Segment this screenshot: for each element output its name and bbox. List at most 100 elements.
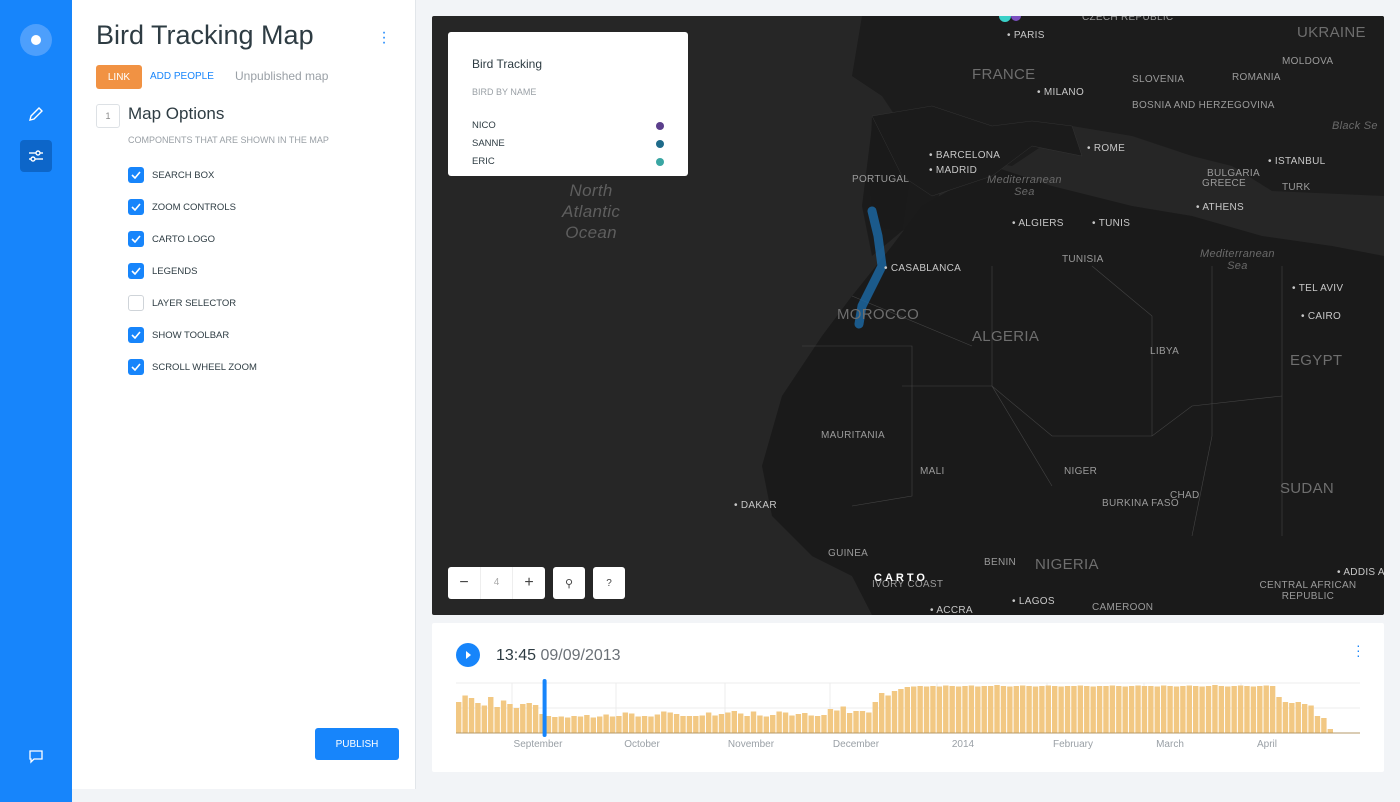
histogram-bar bbox=[705, 712, 712, 733]
city: • BARCELONA bbox=[929, 150, 1000, 161]
map-view[interactable]: FRANCE UKRAINE CZECH REPUBLIC SLOVENIA MOLDO… bbox=[432, 16, 1384, 615]
histogram-bar bbox=[1250, 686, 1257, 733]
month-label: September bbox=[514, 739, 564, 749]
legend-label: NICO bbox=[472, 120, 496, 131]
histogram-bar bbox=[667, 712, 673, 733]
histogram-bar bbox=[840, 706, 846, 733]
side-nav bbox=[0, 0, 72, 802]
histogram-bar bbox=[1295, 702, 1301, 733]
histogram-bar bbox=[782, 712, 789, 733]
add-people-link[interactable]: ADD PEOPLE bbox=[150, 71, 214, 82]
legend-swatch bbox=[656, 121, 664, 130]
histogram-bar bbox=[1257, 686, 1263, 733]
pencil-icon[interactable] bbox=[20, 98, 52, 130]
city-label: MADRID bbox=[935, 165, 978, 176]
checkbox[interactable] bbox=[128, 167, 144, 183]
histogram-bar bbox=[1058, 686, 1064, 733]
histogram-bar bbox=[475, 703, 481, 733]
city-marker-icon: • bbox=[1301, 311, 1308, 322]
histogram-bar bbox=[891, 691, 898, 733]
section-title: Map Options bbox=[128, 104, 225, 123]
city-marker-icon: • bbox=[1007, 30, 1014, 41]
zoom-out-button[interactable]: − bbox=[448, 574, 480, 592]
widget-options-icon[interactable]: · · · bbox=[1356, 638, 1361, 662]
more-options-icon[interactable]: · · · bbox=[380, 25, 388, 51]
histogram-bar bbox=[507, 704, 513, 733]
option-zoom-controls[interactable]: ZOOM CONTROLS bbox=[128, 199, 236, 215]
search-button[interactable]: ⚲ bbox=[553, 567, 585, 599]
histogram-bar bbox=[532, 705, 539, 733]
histogram-bar bbox=[821, 715, 827, 733]
legend-subtitle: BIRD BY NAME bbox=[472, 87, 537, 97]
option-scroll-wheel-zoom[interactable]: SCROLL WHEEL ZOOM bbox=[128, 359, 257, 375]
histogram-bar bbox=[1007, 686, 1013, 733]
option-layer-selector[interactable]: LAYER SELECTOR bbox=[128, 295, 236, 311]
histogram-bar bbox=[898, 689, 904, 733]
histogram-bar bbox=[552, 717, 558, 733]
city-label: ALGIERS bbox=[1018, 218, 1064, 229]
histogram-bar bbox=[661, 711, 667, 733]
timeseries-widget: 13:45 09/09/2013 · · · September October Nov… bbox=[432, 623, 1384, 772]
histogram-bar bbox=[776, 711, 782, 733]
histogram-bar bbox=[814, 716, 821, 733]
option-show-toolbar[interactable]: SHOW TOOLBAR bbox=[128, 327, 229, 343]
city-marker-icon: • bbox=[929, 150, 936, 161]
histogram-bar bbox=[462, 695, 468, 733]
histogram-bar bbox=[994, 685, 1000, 733]
histogram-bar bbox=[846, 713, 853, 733]
city-label: ATHENS bbox=[1202, 202, 1244, 213]
city: • ALGIERS bbox=[1012, 218, 1064, 229]
checkbox[interactable] bbox=[128, 295, 144, 311]
month-label: November bbox=[728, 739, 775, 749]
histogram-bar bbox=[1263, 685, 1269, 733]
histogram-bar bbox=[936, 686, 943, 733]
zoom-control: − 4 + bbox=[448, 567, 545, 599]
city: • LAGOS bbox=[1012, 596, 1055, 607]
zoom-in-button[interactable]: + bbox=[513, 574, 545, 592]
option-legends[interactable]: LEGENDS bbox=[128, 263, 197, 279]
histogram-bar bbox=[859, 711, 866, 733]
checkbox[interactable] bbox=[128, 359, 144, 375]
histogram-bar bbox=[904, 687, 911, 733]
checkbox[interactable] bbox=[128, 327, 144, 343]
histogram-bar bbox=[968, 685, 975, 733]
histogram-bar bbox=[1052, 686, 1058, 733]
carto-logo[interactable]: CARTO bbox=[874, 572, 928, 584]
sliders-icon[interactable] bbox=[20, 140, 52, 172]
histogram-bar bbox=[923, 686, 930, 733]
chat-icon[interactable] bbox=[20, 740, 52, 772]
city-label: BARCELONA bbox=[935, 150, 1001, 161]
sea-label: Mediterranean Sea bbox=[1200, 248, 1275, 272]
histogram-bar bbox=[577, 716, 584, 733]
option-carto-logo[interactable]: CARTO LOGO bbox=[128, 231, 215, 247]
histogram-bar bbox=[488, 697, 494, 733]
checkbox[interactable] bbox=[128, 263, 144, 279]
histogram-bar bbox=[673, 714, 680, 733]
publish-button[interactable]: PUBLISH bbox=[315, 728, 399, 760]
histogram-bar bbox=[878, 693, 885, 733]
checkbox[interactable] bbox=[128, 231, 144, 247]
city: • ADDIS AB bbox=[1337, 567, 1384, 578]
checkbox[interactable] bbox=[128, 199, 144, 215]
histogram-bar bbox=[885, 695, 891, 733]
city: • MILANO bbox=[1037, 87, 1084, 98]
option-search-box[interactable]: SEARCH BOX bbox=[128, 167, 214, 183]
city-marker-icon: • bbox=[884, 263, 891, 274]
histogram-bar bbox=[654, 714, 661, 733]
histogram-bar bbox=[744, 716, 750, 733]
carto-logo-icon[interactable] bbox=[20, 24, 52, 56]
histogram-bar bbox=[629, 713, 635, 733]
help-button[interactable]: ? bbox=[593, 567, 625, 599]
histogram-bar bbox=[1237, 685, 1244, 733]
legend-item: ERIC bbox=[472, 156, 664, 167]
histogram-bar bbox=[763, 716, 770, 733]
sea-label: Mediterranean Sea bbox=[987, 174, 1062, 198]
histogram[interactable]: September October November December 2014 Febr… bbox=[456, 679, 1360, 749]
play-button[interactable] bbox=[456, 643, 480, 667]
link-button[interactable]: LINK bbox=[96, 65, 142, 89]
city-label: MILANO bbox=[1043, 87, 1085, 98]
map-title[interactable]: Bird Tracking Map bbox=[96, 20, 314, 51]
zoom-level: 4 bbox=[480, 567, 513, 599]
country-label: GUINEA bbox=[828, 548, 869, 559]
histogram-bar bbox=[750, 711, 757, 733]
